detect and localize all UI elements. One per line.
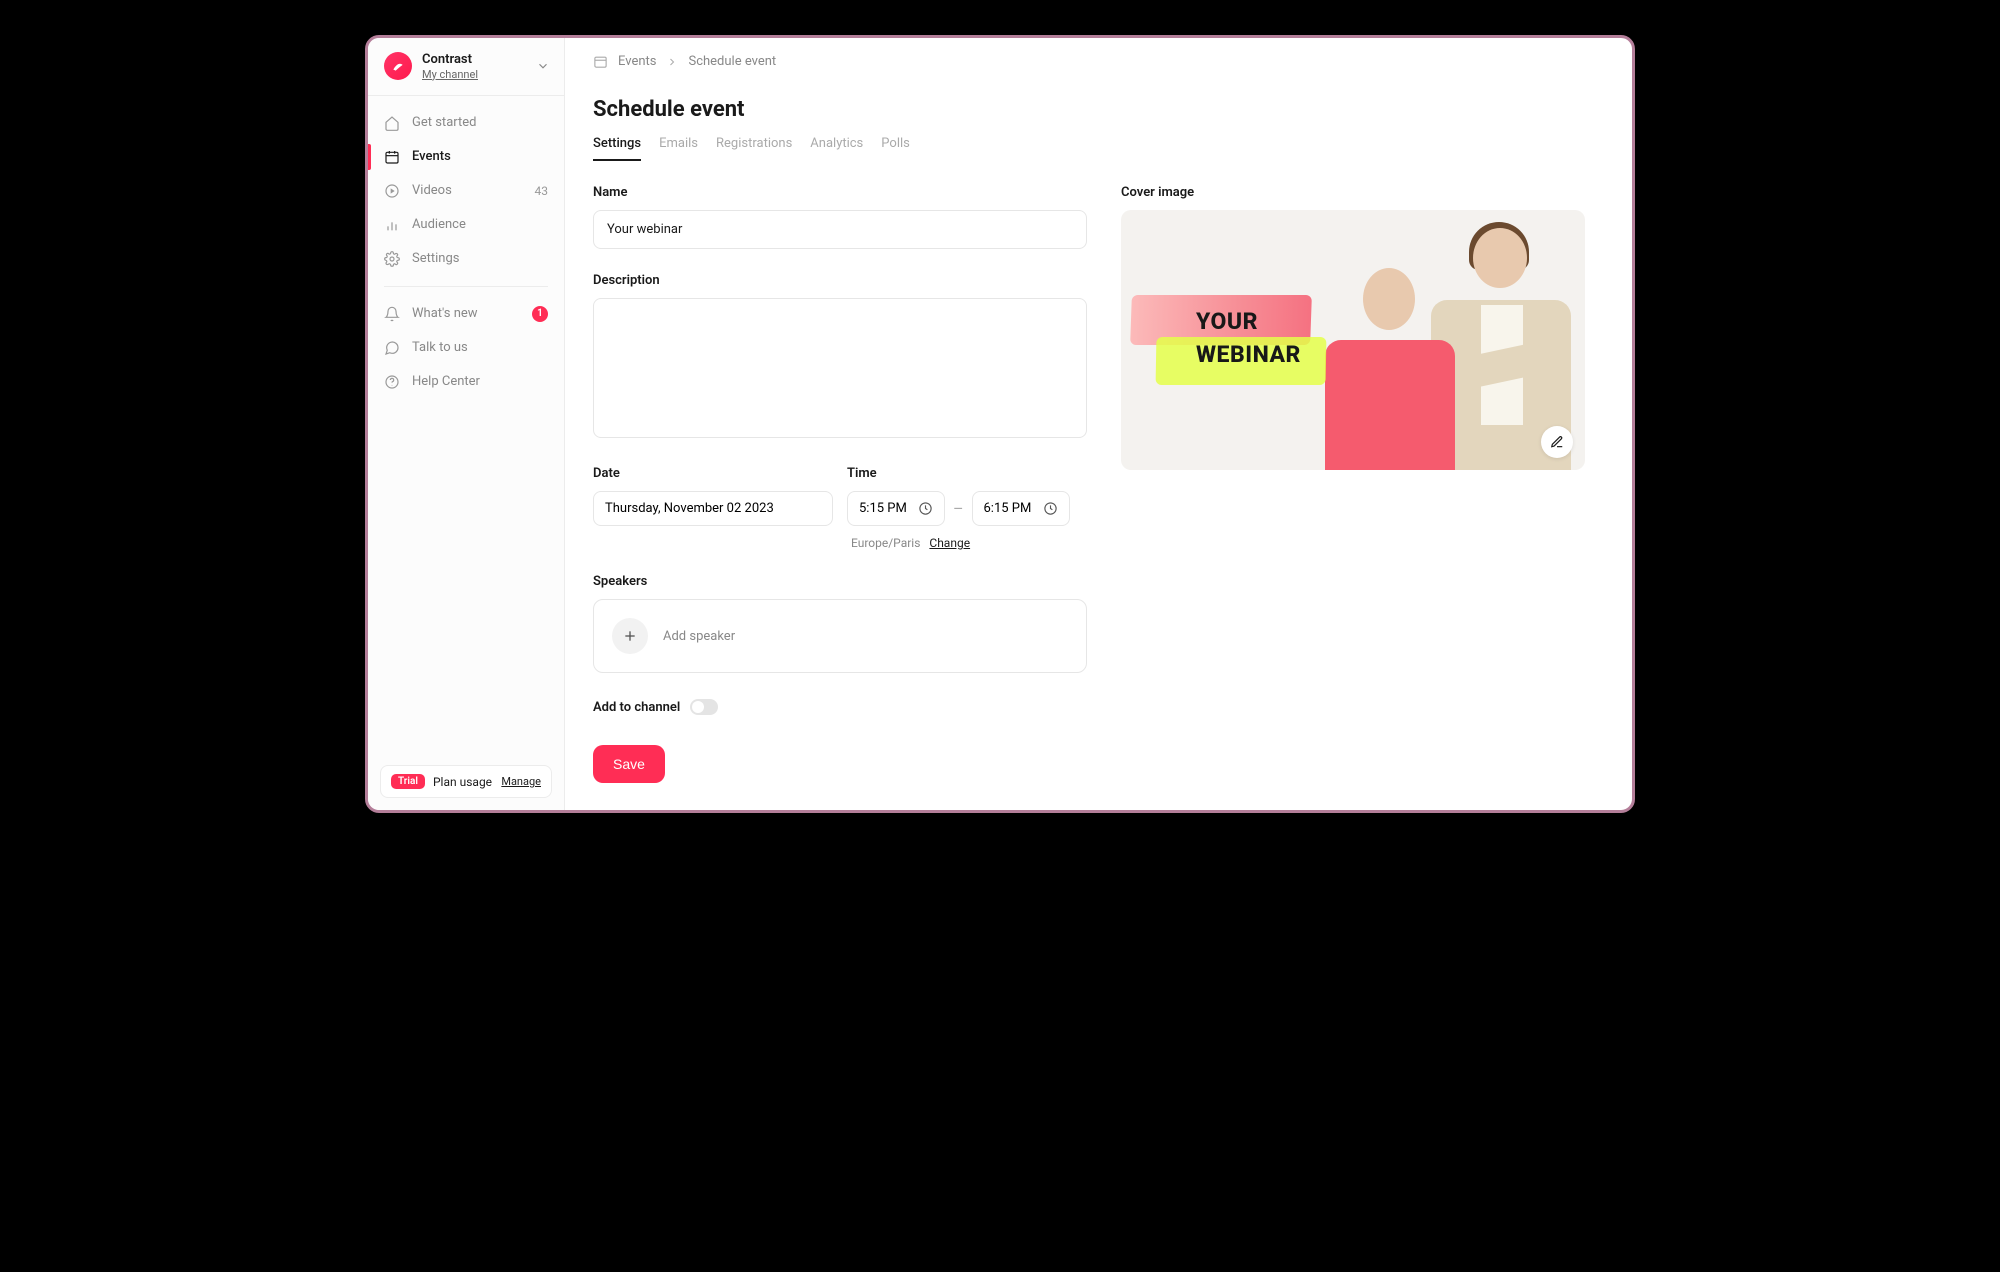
timezone-label: Europe/Paris	[851, 536, 920, 550]
sidebar-item-whats-new[interactable]: What's new 1	[368, 297, 564, 331]
timezone-change-link[interactable]: Change	[929, 536, 970, 550]
sidebar-item-label: Settings	[412, 251, 459, 266]
trial-pill: Trial	[391, 774, 425, 789]
cover-column: Cover image YOUR	[1121, 185, 1585, 783]
sidebar-item-label: Get started	[412, 115, 476, 130]
cover-line-1: YOUR	[1196, 305, 1301, 338]
name-input[interactable]	[593, 210, 1087, 249]
cover-label: Cover image	[1121, 185, 1585, 200]
tab-emails[interactable]: Emails	[659, 136, 698, 161]
date-value: Thursday, November 02 2023	[605, 501, 774, 516]
add-to-channel-label: Add to channel	[593, 700, 680, 715]
cover-line-2: WEBINAR	[1196, 338, 1301, 371]
chat-icon	[384, 340, 400, 356]
date-input[interactable]: Thursday, November 02 2023	[593, 491, 833, 526]
plus-icon	[612, 618, 648, 654]
sidebar-nav: Get started Events Videos 43 Audience Se…	[368, 96, 564, 753]
sidebar-item-label: What's new	[412, 306, 478, 321]
sidebar-item-audience[interactable]: Audience	[368, 208, 564, 242]
tabs: Settings Emails Registrations Analytics …	[593, 136, 1604, 161]
channel-info: Contrast My channel	[422, 52, 526, 81]
plan-bar: Trial Plan usage Manage	[380, 765, 552, 798]
cover-text: YOUR WEBINAR	[1196, 305, 1301, 372]
cover-person-1	[1325, 240, 1455, 470]
time-label: Time	[847, 466, 1087, 481]
time-end-input[interactable]: 6:15 PM	[972, 491, 1070, 526]
content-columns: Name Description Date Thursday, November…	[593, 185, 1604, 783]
sidebar-item-get-started[interactable]: Get started	[368, 106, 564, 140]
sidebar-item-label: Audience	[412, 217, 466, 232]
pencil-icon	[1550, 435, 1564, 449]
timezone-row: Europe/Paris Change	[847, 536, 1087, 550]
speakers-label: Speakers	[593, 574, 1087, 589]
add-to-channel-toggle[interactable]	[690, 699, 718, 715]
calendar-icon	[384, 149, 400, 165]
gear-icon	[384, 251, 400, 267]
brand-logo	[384, 52, 412, 80]
name-label: Name	[593, 185, 1087, 200]
bars-icon	[384, 217, 400, 233]
play-icon	[384, 183, 400, 199]
add-to-channel-row: Add to channel	[593, 699, 1087, 715]
cover-image: YOUR WEBINAR	[1121, 210, 1585, 470]
divider	[384, 286, 548, 287]
save-button[interactable]: Save	[593, 745, 665, 783]
sidebar-item-label: Events	[412, 149, 451, 164]
bell-icon	[384, 306, 400, 322]
form-column: Name Description Date Thursday, November…	[593, 185, 1087, 783]
sidebar-item-help-center[interactable]: Help Center	[368, 365, 564, 399]
chevron-down-icon	[536, 59, 550, 73]
breadcrumb-current: Schedule event	[688, 54, 776, 69]
sidebar-item-label: Help Center	[412, 374, 480, 389]
sidebar-item-events[interactable]: Events	[368, 140, 564, 174]
channel-name: Contrast	[422, 52, 526, 68]
clock-icon	[918, 501, 933, 516]
notification-badge: 1	[532, 306, 548, 322]
sidebar-item-label: Talk to us	[412, 340, 468, 355]
help-icon	[384, 374, 400, 390]
time-start-input[interactable]: 5:15 PM	[847, 491, 945, 526]
tab-polls[interactable]: Polls	[881, 136, 910, 161]
sidebar-item-label: Videos	[412, 183, 452, 198]
channel-switcher[interactable]: Contrast My channel	[368, 38, 564, 96]
calendar-icon	[593, 54, 608, 69]
sidebar: Contrast My channel Get started Events V…	[368, 38, 565, 810]
sidebar-item-talk-to-us[interactable]: Talk to us	[368, 331, 564, 365]
time-separator: –	[953, 499, 964, 518]
channel-subtitle: My channel	[422, 68, 526, 81]
sidebar-item-settings[interactable]: Settings	[368, 242, 564, 276]
tab-settings[interactable]: Settings	[593, 136, 641, 161]
chevron-right-icon	[666, 56, 678, 68]
breadcrumb-events[interactable]: Events	[618, 54, 656, 69]
description-input[interactable]	[593, 298, 1087, 438]
home-icon	[384, 115, 400, 131]
plan-manage-link[interactable]: Manage	[501, 775, 541, 788]
time-end-value: 6:15 PM	[984, 501, 1032, 516]
page-title: Schedule event	[593, 97, 1604, 122]
main-content: Events Schedule event Schedule event Set…	[565, 38, 1632, 810]
app-window: Contrast My channel Get started Events V…	[365, 35, 1635, 813]
edit-cover-button[interactable]	[1541, 426, 1573, 458]
videos-count: 43	[535, 184, 549, 198]
time-start-value: 5:15 PM	[859, 501, 907, 516]
plan-usage-label: Plan usage	[433, 775, 492, 789]
tab-registrations[interactable]: Registrations	[716, 136, 792, 161]
sidebar-item-videos[interactable]: Videos 43	[368, 174, 564, 208]
cover-image-wrapper: YOUR WEBINAR	[1121, 210, 1585, 470]
clock-icon	[1043, 501, 1058, 516]
add-speaker-button[interactable]: Add speaker	[593, 599, 1087, 673]
tab-analytics[interactable]: Analytics	[810, 136, 863, 161]
add-speaker-label: Add speaker	[663, 629, 735, 644]
breadcrumb: Events Schedule event	[593, 54, 1604, 69]
date-label: Date	[593, 466, 833, 481]
description-label: Description	[593, 273, 1087, 288]
